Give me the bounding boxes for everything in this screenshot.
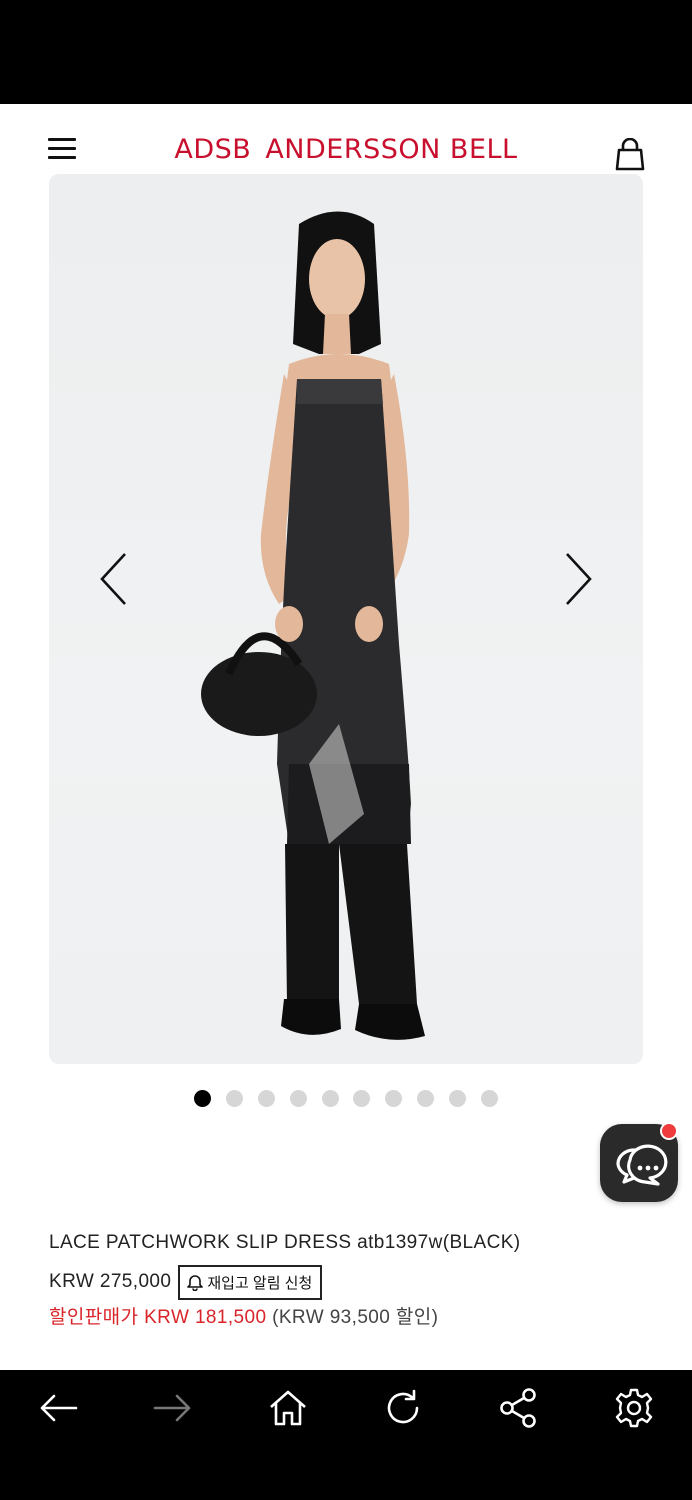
- carousel-dot[interactable]: [448, 1090, 466, 1107]
- discount-amount: (KRW 93,500 할인): [272, 1307, 439, 1328]
- sale-price-row: 할인판매가 KRW 181,500 (KRW 93,500 할인): [49, 1302, 438, 1329]
- carousel-dot[interactable]: [226, 1090, 244, 1107]
- chat-notification-badge: [660, 1122, 678, 1140]
- brand-prefix: ADSB: [174, 134, 252, 165]
- carousel-dot[interactable]: [258, 1090, 276, 1107]
- chevron-right-icon[interactable]: [555, 549, 595, 609]
- status-bar: [0, 0, 692, 104]
- arrow-right-icon[interactable]: [151, 1386, 195, 1430]
- price-row: KRW 275,000 재입고 알림 신청: [49, 1264, 323, 1300]
- reload-icon[interactable]: [381, 1386, 425, 1430]
- restock-alert-label: 재입고 알림 신청: [207, 1274, 313, 1292]
- site-header: ADSB ANDERSSON BELL: [0, 104, 692, 174]
- arrow-left-icon[interactable]: [36, 1386, 80, 1430]
- shopping-bag-icon[interactable]: [614, 138, 646, 172]
- sale-label: 할인판매가: [49, 1307, 145, 1328]
- browser-navigation-bar: [0, 1370, 692, 1500]
- carousel-dot[interactable]: [289, 1090, 307, 1107]
- sale-price: KRW 181,500: [144, 1307, 273, 1328]
- carousel-dot[interactable]: [480, 1090, 498, 1107]
- home-icon[interactable]: [266, 1386, 310, 1430]
- carousel-dot[interactable]: [385, 1090, 403, 1107]
- share-icon[interactable]: [497, 1386, 541, 1430]
- product-page: ADSB ANDERSSON BELL LACE PATCHWORK SLIP …: [0, 104, 692, 1370]
- gear-icon[interactable]: [612, 1386, 656, 1430]
- restock-alert-button[interactable]: 재입고 알림 신청: [178, 1264, 323, 1300]
- carousel-pagination: [0, 1090, 692, 1110]
- bell-icon: [187, 1274, 204, 1291]
- chevron-left-icon[interactable]: [97, 549, 137, 609]
- product-photo: [201, 211, 425, 1040]
- carousel-dot[interactable]: [321, 1090, 339, 1107]
- carousel-dot[interactable]: [194, 1090, 212, 1107]
- product-image-carousel[interactable]: [49, 174, 643, 1064]
- original-price: KRW 275,000: [49, 1271, 172, 1292]
- carousel-dot[interactable]: [416, 1090, 434, 1107]
- product-name: LACE PATCHWORK SLIP DRESS atb1397w(BLACK…: [49, 1232, 521, 1253]
- brand-name: ANDERSSON BELL: [265, 134, 518, 165]
- carousel-dot[interactable]: [353, 1090, 371, 1107]
- brand-logo[interactable]: ADSB ANDERSSON BELL: [0, 134, 692, 165]
